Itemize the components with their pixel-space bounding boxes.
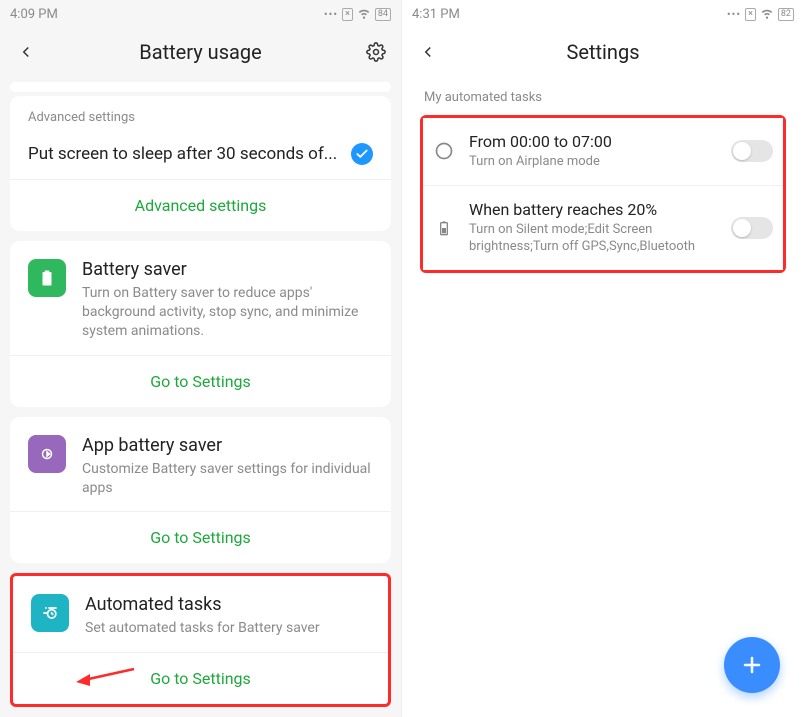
status-icons: ••• × 82 bbox=[727, 6, 794, 23]
status-icons: ••• × 84 bbox=[324, 6, 391, 23]
app-battery-saver-desc: Customize Battery saver settings for ind… bbox=[82, 460, 373, 498]
phone-settings: 4:31 PM ••• × 82 Settings My automated t… bbox=[402, 0, 804, 717]
task-desc: Turn on Silent mode;Edit Screen brightne… bbox=[469, 221, 721, 256]
task-title: From 00:00 to 07:00 bbox=[469, 132, 721, 151]
status-bar-left: 4:09 PM ••• × 84 bbox=[0, 0, 401, 28]
status-time: 4:31 PM bbox=[412, 7, 460, 22]
wifi-icon bbox=[357, 6, 371, 23]
battery-saver-icon bbox=[28, 259, 66, 297]
sim-icon: × bbox=[342, 8, 353, 21]
wifi-icon bbox=[760, 6, 774, 23]
battery-saver-title: Battery saver bbox=[82, 259, 373, 280]
add-task-fab[interactable] bbox=[724, 637, 780, 693]
battery-saver-body: Battery saver Turn on Battery saver to r… bbox=[10, 241, 391, 355]
automated-tasks-card: Automated tasks Set automated tasks for … bbox=[10, 573, 391, 707]
arrow-annotation-icon bbox=[76, 665, 136, 693]
app-battery-saver-body: App battery saver Customize Battery save… bbox=[10, 417, 391, 512]
advanced-settings-header: Advanced settings bbox=[10, 96, 391, 133]
more-icon: ••• bbox=[727, 8, 741, 21]
app-battery-saver-card: App battery saver Customize Battery save… bbox=[10, 417, 391, 564]
page-title: Settings bbox=[566, 40, 639, 64]
task-toggle[interactable] bbox=[731, 217, 773, 239]
app-battery-saver-link-row: Go to Settings bbox=[10, 511, 391, 563]
back-button[interactable] bbox=[14, 40, 38, 64]
automated-tasks-list: From 00:00 to 07:00 Turn on Airplane mod… bbox=[420, 115, 786, 273]
advanced-settings-link-row: Advanced settings bbox=[10, 179, 391, 231]
page-title: Battery usage bbox=[139, 40, 261, 64]
task-title: When battery reaches 20% bbox=[469, 200, 721, 219]
automated-tasks-body: Automated tasks Set automated tasks for … bbox=[13, 576, 388, 652]
status-bar-right: 4:31 PM ••• × 82 bbox=[402, 0, 804, 28]
status-time: 4:09 PM bbox=[10, 7, 58, 22]
advanced-settings-link[interactable]: Advanced settings bbox=[135, 196, 267, 215]
my-automated-tasks-header: My automated tasks bbox=[402, 76, 804, 115]
automated-tasks-link-row: Go to Settings bbox=[13, 652, 388, 704]
moon-icon bbox=[433, 140, 455, 162]
automated-tasks-icon bbox=[31, 594, 69, 632]
sleep-screen-row[interactable]: Put screen to sleep after 30 seconds of.… bbox=[10, 133, 391, 179]
automated-tasks-link[interactable]: Go to Settings bbox=[150, 669, 251, 688]
sleep-screen-label: Put screen to sleep after 30 seconds of.… bbox=[28, 144, 343, 164]
battery-saver-link-row: Go to Settings bbox=[10, 355, 391, 407]
task-desc: Turn on Airplane mode bbox=[469, 153, 721, 171]
task-row-battery[interactable]: When battery reaches 20% Turn on Silent … bbox=[423, 185, 783, 270]
battery-saver-link[interactable]: Go to Settings bbox=[150, 372, 251, 391]
app-battery-saver-title: App battery saver bbox=[82, 435, 373, 456]
task-toggle[interactable] bbox=[731, 140, 773, 162]
task-row-time[interactable]: From 00:00 to 07:00 Turn on Airplane mod… bbox=[423, 118, 783, 185]
sim-icon: × bbox=[745, 8, 756, 21]
battery-saver-desc: Turn on Battery saver to reduce apps' ba… bbox=[82, 284, 373, 341]
app-battery-saver-icon bbox=[28, 435, 66, 473]
settings-gear-button[interactable] bbox=[365, 41, 387, 63]
app-battery-saver-link[interactable]: Go to Settings bbox=[150, 528, 251, 547]
back-button[interactable] bbox=[416, 40, 440, 64]
card-sliver bbox=[10, 82, 391, 92]
phone-battery-usage: 4:09 PM ••• × 84 Battery usage Advanced … bbox=[0, 0, 402, 717]
battery-indicator: 82 bbox=[778, 8, 794, 21]
battery-icon bbox=[433, 217, 455, 239]
automated-tasks-title: Automated tasks bbox=[85, 594, 370, 615]
automated-tasks-desc: Set automated tasks for Battery saver bbox=[85, 619, 370, 638]
advanced-settings-card: Advanced settings Put screen to sleep af… bbox=[10, 96, 391, 231]
checkmark-icon bbox=[351, 143, 373, 165]
more-icon: ••• bbox=[324, 8, 338, 21]
navbar-right: Settings bbox=[402, 28, 804, 76]
navbar-left: Battery usage bbox=[0, 28, 401, 76]
battery-saver-card: Battery saver Turn on Battery saver to r… bbox=[10, 241, 391, 407]
battery-indicator: 84 bbox=[375, 8, 391, 21]
